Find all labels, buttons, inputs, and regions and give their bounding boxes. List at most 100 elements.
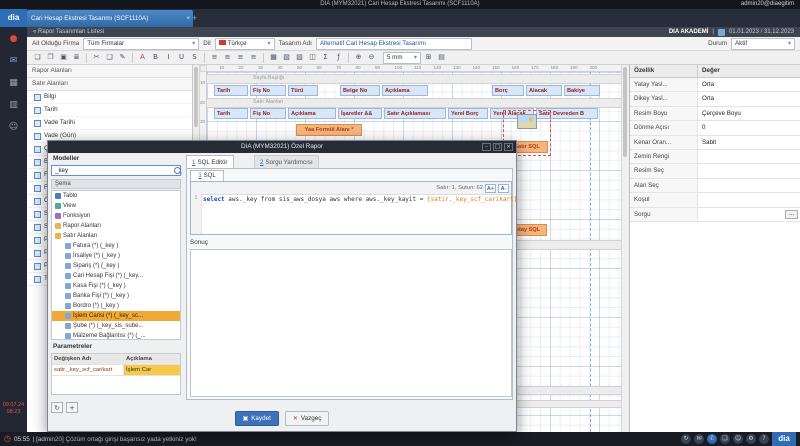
font-increase-button[interactable]: A+: [485, 184, 496, 193]
font-decrease-button[interactable]: A-: [498, 184, 509, 193]
property-value[interactable]: Çerçeve Boyu: [698, 107, 800, 120]
parameter-row[interactable]: satir._key_scf_carikartİşlem Car: [52, 365, 180, 376]
page-setup-icon[interactable]: ▤: [436, 52, 447, 63]
paste-icon[interactable]: ✎: [117, 52, 128, 63]
chat-icon[interactable]: ❏: [720, 434, 730, 444]
tree-item[interactable]: Fatura (*) (_key ): [52, 241, 180, 251]
zoom-out-icon[interactable]: ⊖: [366, 52, 377, 63]
status-select[interactable]: Aktif▾: [731, 38, 795, 50]
tab-sql-editor[interactable]: 1SQL Editör: [186, 155, 234, 168]
insert-table-icon[interactable]: ▦: [268, 52, 279, 63]
messages-icon[interactable]: ✉: [7, 55, 21, 68]
ellipsis-button[interactable]: ...: [785, 210, 798, 219]
grid-settings-icon[interactable]: ⊞: [423, 52, 434, 63]
sync-icon[interactable]: ↻: [681, 434, 691, 444]
support-icon[interactable]: ☺: [7, 121, 21, 134]
row-field-cell[interactable]: Yerel Borç: [448, 108, 488, 119]
report-field-cell[interactable]: Türü: [288, 85, 318, 96]
tree-item[interactable]: Şube (*) (_key_sis_sube...: [52, 321, 180, 331]
align-center-icon[interactable]: ≡: [222, 52, 233, 63]
property-value[interactable]: 0: [698, 121, 800, 134]
insert-image-icon[interactable]: ▨: [294, 52, 305, 63]
sum-icon[interactable]: Σ: [320, 52, 331, 63]
minimize-icon[interactable]: –: [482, 143, 491, 151]
language-select[interactable]: Türkçe▾: [215, 38, 275, 50]
strike-icon[interactable]: S: [189, 52, 200, 63]
property-value[interactable]: [698, 179, 800, 192]
print-icon[interactable]: ≣: [71, 52, 82, 63]
align-justify-icon[interactable]: ≡: [248, 52, 259, 63]
open-icon[interactable]: ❐: [45, 52, 56, 63]
new-tab-button[interactable]: +: [188, 12, 201, 25]
calendar-icon[interactable]: [718, 29, 725, 36]
row-field-cell[interactable]: Satır Açıklaması: [384, 108, 446, 119]
tree-item[interactable]: Malzeme Bağlantısı (*) (_...: [52, 331, 180, 340]
row-field-cell[interactable]: Açıklama: [288, 108, 336, 119]
align-right-icon[interactable]: ≡: [235, 52, 246, 63]
field-group-header[interactable]: Rapor Alanları: [27, 65, 192, 78]
sql-code-editor[interactable]: Satır: 1, Sutun: 62 A+ A- 1 select aws._…: [190, 181, 512, 235]
report-field-cell[interactable]: Tarih: [214, 85, 248, 96]
tree-item[interactable]: Banka Fişi (*) (_key ): [52, 291, 180, 301]
result-grid[interactable]: [190, 249, 512, 397]
organization-name[interactable]: DIA AKADEMİ: [669, 27, 709, 37]
logged-in-user[interactable]: admin20@diaegitim: [741, 0, 794, 9]
tab-sorgu-yardimcisi[interactable]: 2Sorgu Yardımcısı: [254, 155, 319, 168]
save-button[interactable]: ▣ Kaydet: [235, 411, 279, 426]
report-field-cell[interactable]: Alacak: [526, 85, 562, 96]
save-icon[interactable]: ▣: [58, 52, 69, 63]
report-field-cell[interactable]: Fiş No: [250, 85, 286, 96]
canvas-scrollbar[interactable]: [621, 65, 629, 432]
close-icon[interactable]: ×: [504, 143, 513, 151]
property-value[interactable]: [698, 193, 800, 206]
breadcrumb-title[interactable]: Rapor Tasarımları Listesi: [38, 29, 104, 35]
tree-item[interactable]: İşlem Carisi (*) (_key_sc...: [52, 311, 180, 321]
font-color-icon[interactable]: A: [137, 52, 148, 63]
report-field-cell[interactable]: Bakiye: [564, 85, 600, 96]
property-value[interactable]: ...: [698, 208, 800, 221]
copy-icon[interactable]: ❑: [104, 52, 115, 63]
notifications-icon[interactable]: ●: [7, 33, 21, 46]
report-field-cell[interactable]: Borç: [492, 85, 524, 96]
field-list-item[interactable]: Tarih: [27, 104, 192, 117]
function-icon[interactable]: ƒ: [333, 52, 344, 63]
tree-item[interactable]: İrsaliye (*) (_key ): [52, 251, 180, 261]
user-icon[interactable]: ☺: [733, 434, 743, 444]
phone-icon[interactable]: ✆: [707, 434, 717, 444]
tree-item[interactable]: Fonksiyon: [52, 211, 180, 221]
cut-icon[interactable]: ✂: [91, 52, 102, 63]
settings-icon[interactable]: ⚙: [746, 434, 756, 444]
tab-cari-hesap-ekstresi[interactable]: Cari Hesap Ekstresi Tasarımı (SCF1110A) …: [27, 10, 193, 27]
tree-item[interactable]: Sipariş (*) (_key ): [52, 261, 180, 271]
design-name-input[interactable]: Alternatif Cari Hesap Ekstresi Tasarımı: [316, 38, 472, 50]
property-value[interactable]: Orta: [698, 92, 800, 105]
new-document-icon[interactable]: ❏: [32, 52, 43, 63]
dialog-titlebar[interactable]: DIA (MYM32021) Özel Rapor –□×: [48, 141, 516, 153]
insert-field-icon[interactable]: ◫: [307, 52, 318, 63]
property-value[interactable]: [698, 150, 800, 163]
report-field-cell[interactable]: Açıklama: [382, 85, 428, 96]
zoom-in-icon[interactable]: ⊕: [353, 52, 364, 63]
app-logo[interactable]: dia: [0, 9, 27, 27]
tree-item[interactable]: Kasa Fişi (*) (_key ): [52, 281, 180, 291]
help-icon[interactable]: ?: [759, 434, 769, 444]
report-field-cell[interactable]: Belge No: [340, 85, 380, 96]
field-list-item[interactable]: Vade Tarihi: [27, 117, 192, 130]
sql-code-line[interactable]: select aws._key from sis_aws_dosya aws w…: [203, 196, 509, 203]
property-value[interactable]: Orta: [698, 78, 800, 91]
underline-icon[interactable]: U: [176, 52, 187, 63]
row-field-cell[interactable]: Fiş No: [250, 108, 286, 119]
tree-item[interactable]: Bordro (*) (_key ): [52, 301, 180, 311]
tree-item[interactable]: Cari Hesap Fişi (*) (_key...: [52, 271, 180, 281]
firm-select[interactable]: Tüm Firmalar▾: [83, 38, 199, 50]
back-icon[interactable]: «: [33, 29, 36, 35]
apps-icon[interactable]: ▦: [7, 77, 21, 90]
tree-item[interactable]: Tablo: [52, 191, 180, 201]
tree-item[interactable]: View: [52, 201, 180, 211]
field-list-item[interactable]: Bilgi: [27, 91, 192, 104]
page-header-band[interactable]: Sayfa Başlığı: [207, 74, 621, 84]
cancel-button[interactable]: ✕ Vazgeç: [285, 411, 330, 426]
italic-icon[interactable]: I: [163, 52, 174, 63]
maximize-icon[interactable]: □: [493, 143, 502, 151]
property-value[interactable]: [698, 164, 800, 177]
